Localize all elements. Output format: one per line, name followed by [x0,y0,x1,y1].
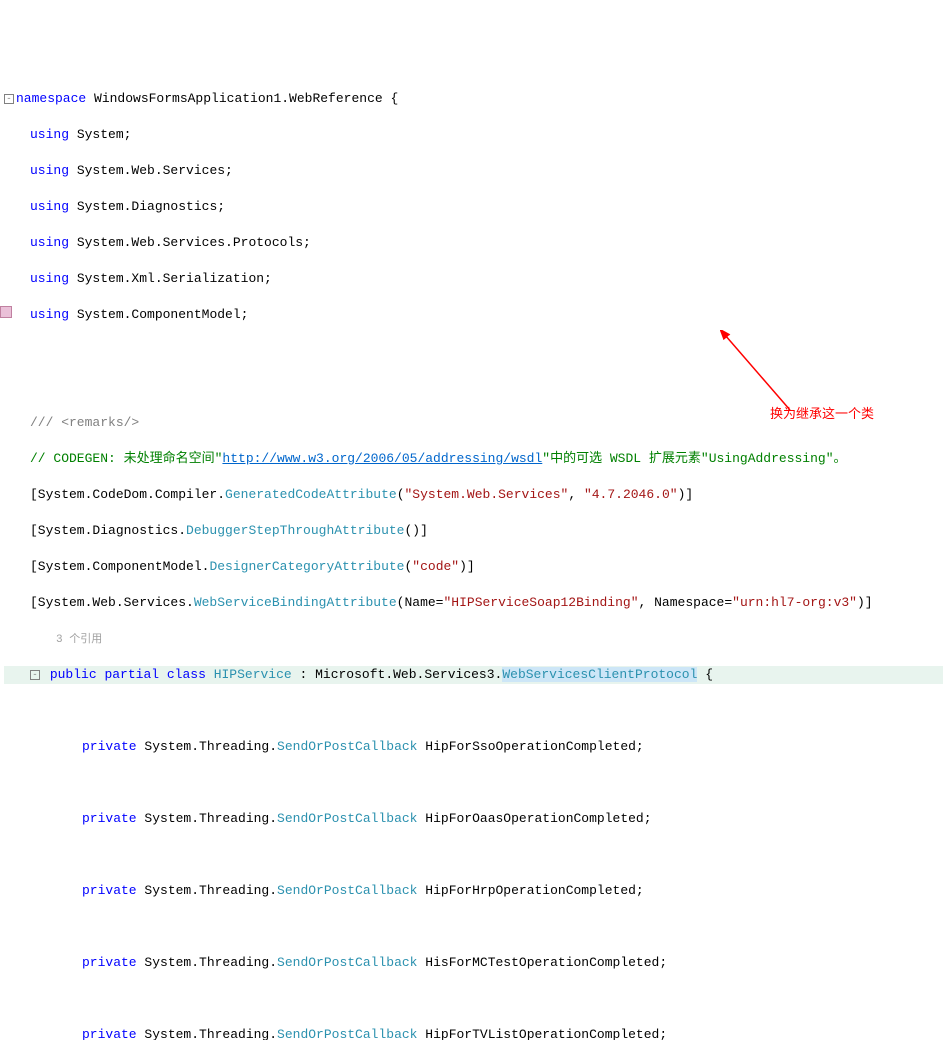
attribute-line: [System.CodeDom.Compiler.GeneratedCodeAt… [30,486,943,504]
using-line: using System.ComponentModel; [30,306,943,324]
attribute-line: [System.ComponentModel.DesignerCategoryA… [30,558,943,576]
using-line: using System.Diagnostics; [30,198,943,216]
blank-line [4,846,943,864]
fold-icon[interactable]: - [4,94,14,104]
blank-line [4,378,943,396]
selected-base-class[interactable]: WebServicesClientProtocol [502,667,697,682]
blank-line [4,990,943,1008]
reference-count[interactable]: 3 个引用 [4,630,943,648]
using-line: using System.Web.Services.Protocols; [30,234,943,252]
blank-line [4,702,943,720]
using-line: using System.Web.Services; [30,162,943,180]
field-line: private System.Threading.SendOrPostCallb… [82,1026,943,1040]
attribute-line: [System.Web.Services.WebServiceBindingAt… [30,594,943,612]
field-line: private System.Threading.SendOrPostCallb… [82,882,943,900]
wsdl-url-link[interactable]: http://www.w3.org/2006/05/addressing/wsd… [222,451,542,466]
field-line: private System.Threading.SendOrPostCallb… [82,738,943,756]
blank-line [4,918,943,936]
blank-line [4,774,943,792]
using-line: using System.Xml.Serialization; [30,270,943,288]
annotation-text: 换为继承这一个类 [770,405,874,423]
class-declaration: - public partial class HIPService : Micr… [4,666,943,684]
fold-icon[interactable]: - [30,670,40,680]
field-line: private System.Threading.SendOrPostCallb… [82,954,943,972]
attribute-line: [System.Diagnostics.DebuggerStepThroughA… [30,522,943,540]
change-marker-icon [0,306,12,318]
field-line: private System.Threading.SendOrPostCallb… [82,810,943,828]
namespace-line: -namespace WindowsFormsApplication1.WebR… [4,90,943,108]
code-editor[interactable]: -namespace WindowsFormsApplication1.WebR… [0,72,947,1040]
blank-line [4,342,943,360]
codegen-comment: // CODEGEN: 未处理命名空间"http://www.w3.org/20… [30,450,943,468]
using-line: using System; [30,126,943,144]
